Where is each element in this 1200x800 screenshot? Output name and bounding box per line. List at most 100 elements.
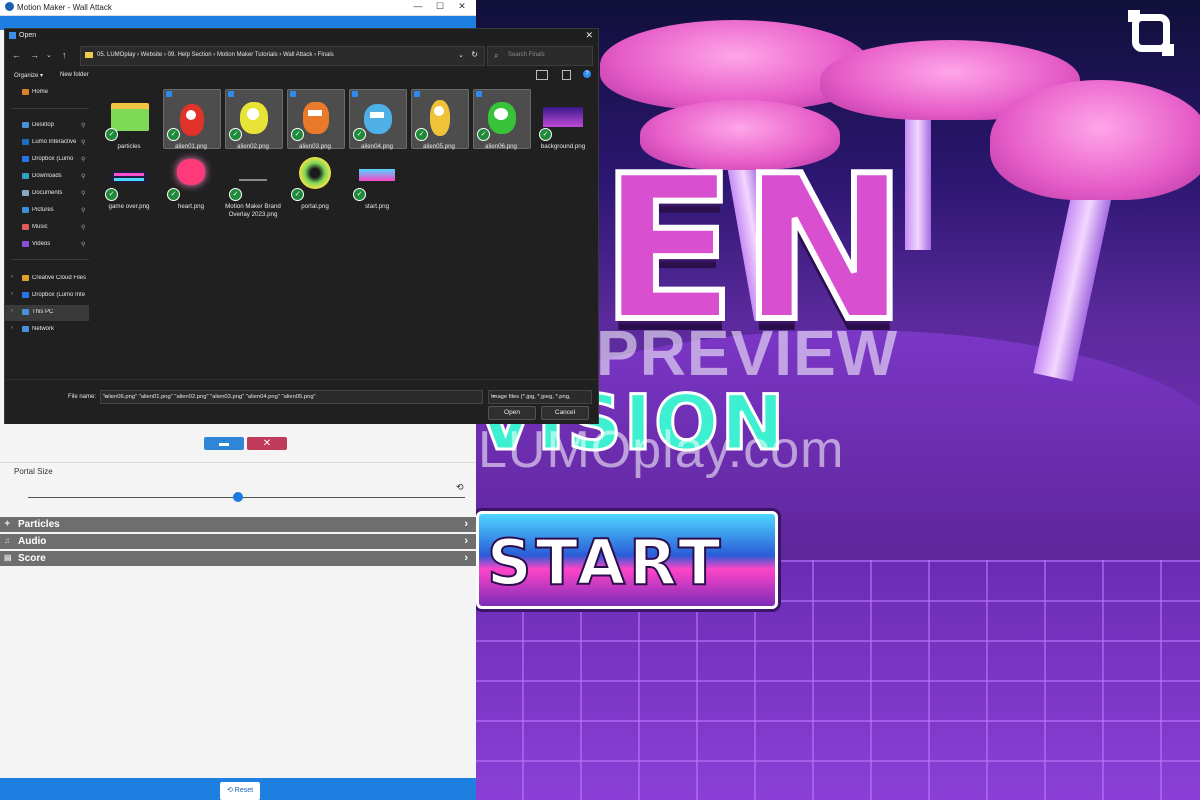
nav-item-creative-cloud[interactable]: › Creative Cloud Files (5, 271, 89, 287)
file-tile[interactable]: ✓ alien02.png (225, 89, 283, 150)
new-folder-button[interactable]: New folder (60, 72, 89, 78)
file-tile[interactable]: ✓ alien06.png (473, 89, 531, 150)
close-icon[interactable]: ✕ (585, 30, 593, 41)
sync-ok-icon: ✓ (415, 128, 428, 141)
slider-knob[interactable] (232, 492, 243, 502)
nav-item-this-pc[interactable]: › This PC (5, 305, 89, 321)
chevron-down-icon[interactable]: ⌄ (103, 393, 479, 399)
up-arrow-icon[interactable]: ↑ (62, 50, 67, 60)
nav-item-network[interactable]: › Network (5, 322, 89, 338)
preview-pane-icon[interactable] (562, 70, 571, 80)
maximize-button[interactable]: ☐ (430, 1, 450, 12)
nav-label: Dropbox (Lumo (32, 156, 74, 162)
dialog-footer: File name: "alien06.png" "alien01.png" "… (5, 379, 598, 424)
nav-item-downloads[interactable]: Downloads ⚲ (5, 169, 89, 185)
selection-checkbox[interactable] (166, 91, 172, 97)
chevron-down-icon[interactable]: ⌄ (458, 51, 464, 59)
sync-ok-icon: ✓ (167, 128, 180, 141)
pin-icon[interactable]: ⚲ (81, 224, 85, 231)
pin-icon[interactable]: ⚲ (81, 122, 85, 129)
help-icon[interactable]: ? (583, 70, 591, 78)
sync-ok-icon: ✓ (105, 128, 118, 141)
pin-icon[interactable]: ⚲ (81, 190, 85, 197)
close-button[interactable]: ✕ (452, 1, 472, 12)
pin-icon[interactable]: ⚲ (81, 241, 85, 248)
nav-item-lumo-interactive[interactable]: Lumo Interactive ⚲ (5, 135, 89, 151)
chevron-right-icon: › (464, 518, 468, 530)
file-tile[interactable]: ✓ portal.png (287, 149, 343, 210)
reset-button[interactable]: ⟲ Reset (220, 782, 260, 800)
file-name: alien06.png (485, 143, 517, 150)
file-tile[interactable]: ✓ Motion Maker Brand Overlay 2023.png (225, 149, 281, 218)
watermark-url: LUMOplay.com (478, 421, 845, 479)
address-bar[interactable]: 05. LUMOplay › Website › 09. Help Sectio… (80, 46, 485, 66)
command-bar: Organize ▾ New folder ? (5, 69, 598, 83)
view-options-icon[interactable] (536, 70, 548, 80)
section-score[interactable]: ▤ Score › (0, 551, 476, 566)
divider (11, 108, 89, 109)
open-button[interactable]: Open (488, 406, 536, 420)
start-button[interactable]: START (476, 511, 778, 609)
sync-ok-icon: ✓ (105, 188, 118, 201)
file-tile[interactable]: ✓ start.png (349, 149, 405, 210)
forward-arrow-icon[interactable]: → (30, 50, 39, 60)
nav-item-home[interactable]: Home (5, 85, 89, 101)
selection-checkbox[interactable] (290, 91, 296, 97)
section-particles[interactable]: ✦ Particles › (0, 517, 476, 532)
portal-size-slider[interactable] (28, 492, 465, 502)
nav-item-music[interactable]: Music ⚲ (5, 220, 89, 236)
videos-icon (22, 241, 29, 247)
file-type-select[interactable]: Image files (*.jpg, *.jpeg, *.png, ⌄ (488, 390, 592, 404)
section-audio[interactable]: ♫ Audio › (0, 534, 476, 549)
chevron-right-icon[interactable]: › (11, 308, 13, 314)
clear-image-button[interactable]: ✕ (247, 437, 287, 450)
file-tile[interactable]: ✓ alien03.png (287, 89, 345, 150)
chevron-right-icon[interactable]: › (11, 291, 13, 297)
file-tile[interactable]: ✓ alien05.png (411, 89, 469, 150)
title-bar: Motion Maker - Wall Attack — ☐ ✕ (0, 0, 476, 16)
selection-checkbox[interactable] (228, 91, 234, 97)
chevron-right-icon[interactable]: › (11, 325, 13, 331)
portal-size-label: Portal Size (14, 467, 53, 476)
refresh-icon[interactable]: ↻ (471, 50, 478, 59)
open-folder-button[interactable]: ▬ (204, 437, 244, 450)
selection-checkbox[interactable] (476, 91, 482, 97)
score-icon: ▤ (4, 553, 12, 562)
reset-icon[interactable]: ⟲ (456, 482, 464, 493)
nav-item-documents[interactable]: Documents ⚲ (5, 186, 89, 202)
pin-icon[interactable]: ⚲ (81, 207, 85, 214)
file-tile[interactable]: ✓ particles (101, 89, 157, 150)
pin-icon[interactable]: ⚲ (81, 156, 85, 163)
nav-item-videos[interactable]: Videos ⚲ (5, 237, 89, 253)
selection-checkbox[interactable] (352, 91, 358, 97)
minimize-button[interactable]: — (408, 1, 428, 11)
file-name-input[interactable]: "alien06.png" "alien01.png" "alien02.png… (100, 390, 483, 404)
chevron-down-icon[interactable]: ⌄ (491, 393, 588, 399)
sync-ok-icon: ✓ (353, 128, 366, 141)
sync-ok-icon: ✓ (291, 128, 304, 141)
nav-label: Pictures (32, 207, 54, 213)
cancel-button[interactable]: Cancel (541, 406, 589, 420)
nav-item-pictures[interactable]: Pictures ⚲ (5, 203, 89, 219)
chevron-right-icon[interactable]: › (11, 274, 13, 280)
organize-menu[interactable]: Organize ▾ (14, 72, 43, 79)
nav-item-desktop[interactable]: Desktop ⚲ (5, 118, 89, 134)
file-tile[interactable]: ✓ game over.png (101, 149, 157, 210)
file-tile[interactable]: ✓ alien04.png (349, 89, 407, 150)
nav-item-dropbox-2[interactable]: › Dropbox (Lumo Inte (5, 288, 89, 304)
nav-label: Documents (32, 190, 63, 196)
dialog-title: Open (19, 32, 37, 39)
search-placeholder: Search Finals (508, 52, 545, 58)
pin-icon[interactable]: ⚲ (81, 139, 85, 146)
file-tile[interactable]: ✓ alien01.png (163, 89, 221, 150)
pin-icon[interactable]: ⚲ (81, 173, 85, 180)
nav-item-dropbox[interactable]: Dropbox (Lumo ⚲ (5, 152, 89, 168)
file-tile[interactable]: ✓ heart.png (163, 149, 219, 210)
divider (0, 462, 476, 463)
search-box[interactable]: ⌕ Search Finals (487, 46, 593, 66)
selection-checkbox[interactable] (414, 91, 420, 97)
breadcrumb[interactable]: 05. LUMOplay › Website › 09. Help Sectio… (97, 52, 334, 58)
file-tile[interactable]: ✓ background.png (535, 89, 591, 150)
back-arrow-icon[interactable]: ← (12, 50, 21, 60)
chevron-down-icon[interactable]: ⌄ (46, 51, 52, 59)
